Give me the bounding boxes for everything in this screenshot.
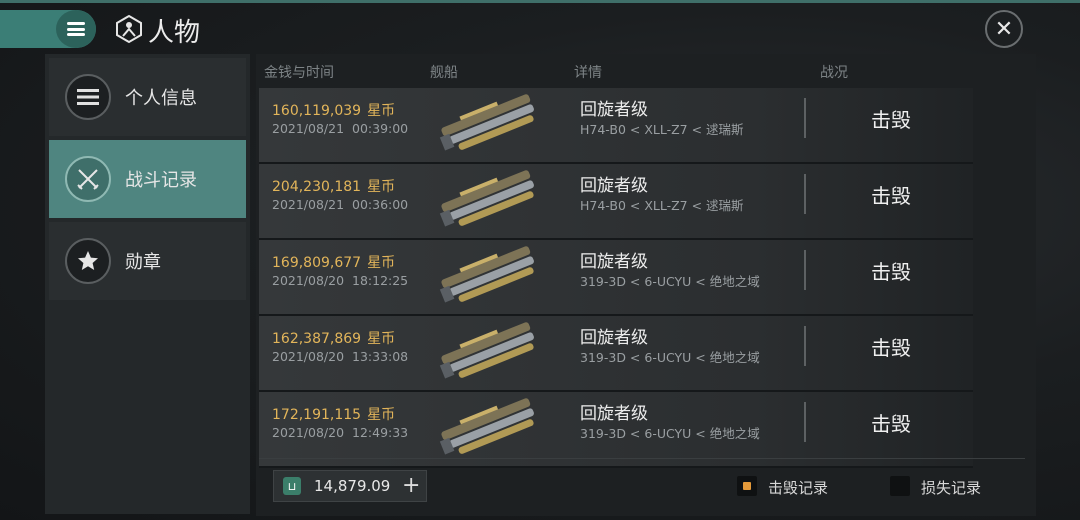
column-header-result: 战况 xyxy=(820,65,848,81)
column-header-ship: 舰船 xyxy=(430,65,458,81)
ship-location: H74-B0 < XLL-Z7 < 逑瑞斯 xyxy=(580,198,744,213)
page-title: 人物 xyxy=(148,18,201,48)
bounty-amount: 160,119,039 星币 xyxy=(272,103,396,119)
ship-class: 回旋者级 xyxy=(580,328,648,348)
loss-filter-label[interactable]: 损失记录 xyxy=(921,477,981,498)
bounty-amount: 172,191,115 星币 xyxy=(272,407,396,423)
kill-filter-checkbox[interactable] xyxy=(737,476,757,496)
kill-filter-label[interactable]: 击毁记录 xyxy=(768,477,828,498)
record-datetime: 2021/08/21 00:36:00 xyxy=(272,197,409,212)
menu-button[interactable] xyxy=(56,10,96,48)
row-divider xyxy=(804,98,806,138)
ship-class: 回旋者级 xyxy=(580,100,648,120)
crossed-swords-icon xyxy=(65,156,111,202)
close-icon: ✕ xyxy=(994,16,1014,42)
result-label: 击毁 xyxy=(871,412,911,436)
close-button[interactable]: ✕ xyxy=(985,10,1023,48)
add-plex-button[interactable]: + xyxy=(402,473,420,498)
ship-class: 回旋者级 xyxy=(580,404,648,424)
ship-location: 319-3D < 6-UCYU < 绝地之域 xyxy=(580,350,760,365)
star-hexagon-icon xyxy=(65,238,111,284)
ship-location: 319-3D < 6-UCYU < 绝地之域 xyxy=(580,274,760,289)
ship-thumbnail xyxy=(439,398,534,455)
bounty-amount: 162,387,869 星币 xyxy=(272,331,396,347)
bounty-amount: 204,230,181 星币 xyxy=(272,179,396,195)
table-row[interactable]: 169,809,677 星币 2021/08/20 18:12:25 回旋者级 3… xyxy=(259,240,973,316)
row-divider xyxy=(804,326,806,366)
top-accent-line xyxy=(0,0,1080,3)
sidebar-item-profile[interactable]: 个人信息 xyxy=(49,58,246,136)
result-label: 击毁 xyxy=(871,260,911,284)
ship-thumbnail xyxy=(439,94,534,151)
hamburger-icon xyxy=(67,22,85,36)
sidebar-item-label: 勋章 xyxy=(125,252,161,273)
sidebar-item-label: 个人信息 xyxy=(125,88,197,109)
column-header-details: 详情 xyxy=(574,65,602,81)
result-label: 击毁 xyxy=(871,108,911,132)
ship-thumbnail xyxy=(439,246,534,303)
result-label: 击毁 xyxy=(871,184,911,208)
record-datetime: 2021/08/20 18:12:25 xyxy=(272,273,409,288)
sidebar: 个人信息 战斗记录 勋章 xyxy=(45,54,250,514)
character-emblem-icon xyxy=(116,14,142,44)
row-divider xyxy=(804,402,806,442)
table-row[interactable]: 204,230,181 星币 2021/08/21 00:36:00 回旋者级 H… xyxy=(259,164,973,240)
ship-class: 回旋者级 xyxy=(580,176,648,196)
footer-divider xyxy=(259,458,1025,459)
record-datetime: 2021/08/20 12:49:33 xyxy=(272,425,409,440)
result-label: 击毁 xyxy=(871,336,911,360)
row-divider xyxy=(804,174,806,214)
table-row[interactable]: 160,119,039 星币 2021/08/21 00:39:00 回旋者级 H… xyxy=(259,88,973,164)
ship-thumbnail xyxy=(439,322,534,379)
ship-location: H74-B0 < XLL-Z7 < 逑瑞斯 xyxy=(580,122,744,137)
sidebar-item-label: 战斗记录 xyxy=(125,170,197,191)
table-row[interactable]: 172,191,115 星币 2021/08/20 12:49:33 回旋者级 3… xyxy=(259,392,973,468)
checkbox-check-mark xyxy=(743,482,751,490)
sidebar-item-combat-log[interactable]: 战斗记录 xyxy=(49,140,246,218)
row-divider xyxy=(804,250,806,290)
sidebar-item-medals[interactable]: 勋章 xyxy=(49,222,246,300)
column-header-money-time: 金钱与时间 xyxy=(264,65,334,81)
plex-amount: 14,879.09 xyxy=(314,477,391,495)
ship-class: 回旋者级 xyxy=(580,252,648,272)
loss-filter-checkbox[interactable] xyxy=(890,476,910,496)
plex-balance: ⊔ 14,879.09 + xyxy=(273,470,427,502)
plex-icon: ⊔ xyxy=(283,477,301,495)
ship-thumbnail xyxy=(439,170,534,227)
bounty-amount: 169,809,677 星币 xyxy=(272,255,396,271)
record-datetime: 2021/08/20 13:33:08 xyxy=(272,349,409,364)
record-datetime: 2021/08/21 00:39:00 xyxy=(272,121,409,136)
ship-location: 319-3D < 6-UCYU < 绝地之域 xyxy=(580,426,760,441)
table-row[interactable]: 162,387,869 星币 2021/08/20 13:33:08 回旋者级 3… xyxy=(259,316,973,392)
list-icon xyxy=(65,74,111,120)
